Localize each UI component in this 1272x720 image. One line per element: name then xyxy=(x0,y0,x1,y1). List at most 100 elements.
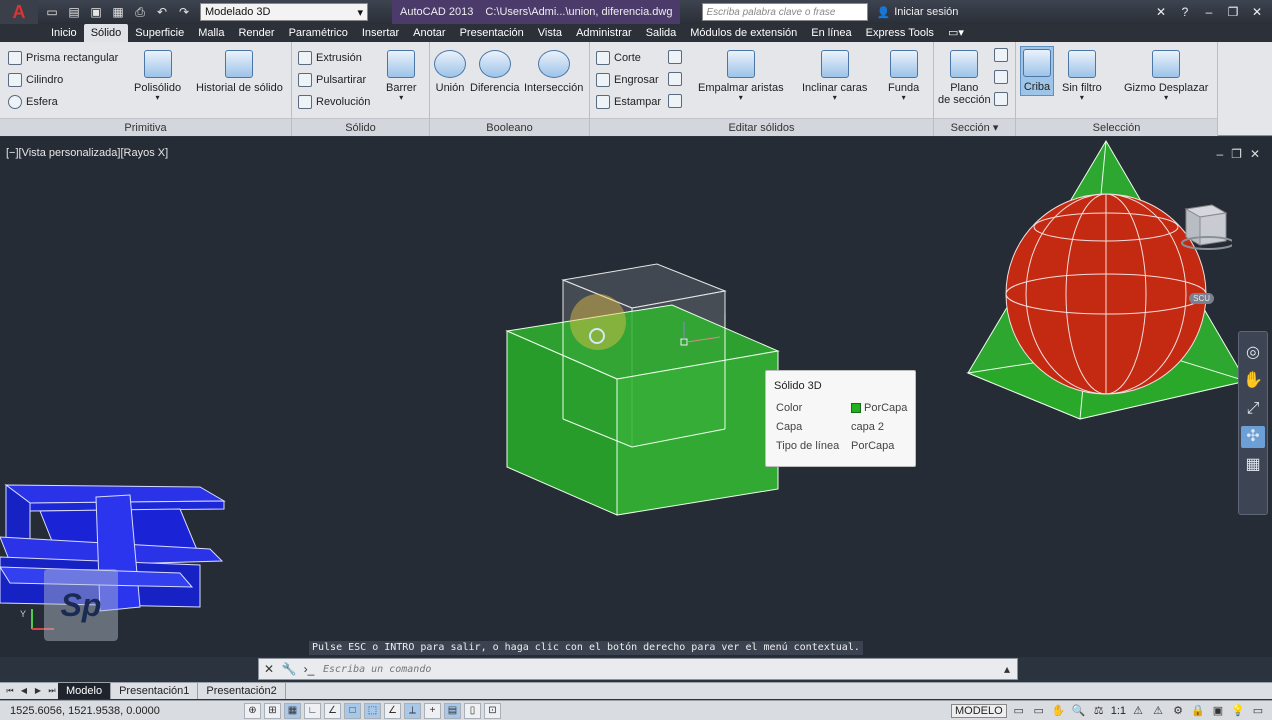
zoom-icon[interactable]: 🔍 xyxy=(1071,704,1087,717)
pan-icon[interactable]: ✋ xyxy=(1051,704,1067,717)
search-input[interactable]: Escriba palabra clave o frase xyxy=(702,3,869,21)
annotation-visibility-icon[interactable]: ⚠ xyxy=(1130,704,1146,717)
osnap-icon[interactable]: □ xyxy=(344,702,361,719)
redo-icon[interactable]: ↷ xyxy=(174,3,194,21)
thicken-button[interactable]: Engrosar xyxy=(596,70,659,90)
snap-icon[interactable]: ⊞ xyxy=(264,702,281,719)
tab-express-tools[interactable]: Express Tools xyxy=(859,24,941,42)
viewcube[interactable] xyxy=(1178,201,1235,251)
tab-insertar[interactable]: Insertar xyxy=(355,24,406,42)
3d-osnap-icon[interactable]: ⬚ xyxy=(364,702,381,719)
box-button[interactable]: Prisma rectangular xyxy=(8,48,118,68)
cylinder-button[interactable]: Cilindro xyxy=(8,70,63,90)
shell-button[interactable]: Funda ▾ xyxy=(888,50,919,102)
tab-sólido[interactable]: Sólido xyxy=(83,24,129,42)
annotation-scale-value[interactable]: 1:1 xyxy=(1111,705,1126,717)
imprint-button[interactable]: Estampar xyxy=(596,92,661,112)
prev-layout-icon[interactable]: ◀ xyxy=(18,686,30,696)
sphere-button[interactable]: Esfera xyxy=(8,92,58,112)
clean-screen-icon[interactable]: ▭ xyxy=(1250,704,1266,717)
live-section-button[interactable] xyxy=(994,48,1008,65)
presspull-button[interactable]: Pulsartirar xyxy=(298,70,366,90)
tab-administrar[interactable]: Administrar xyxy=(569,24,639,42)
layout-tab-presentation2[interactable]: Presentación2 xyxy=(198,683,286,699)
coordinates-readout[interactable]: 1525.6056, 1521.9538, 0.0000 xyxy=(0,705,160,717)
solid-history-button[interactable]: Historial de sólido xyxy=(196,50,283,94)
quick-view-layouts-icon[interactable]: ▭ xyxy=(1011,704,1027,717)
panel-title-seccion[interactable]: Sección ▾ xyxy=(934,118,1015,136)
last-layout-icon[interactable]: ⏭ xyxy=(46,686,58,696)
tab-malla[interactable]: Malla xyxy=(191,24,231,42)
save-as-icon[interactable]: ▦ xyxy=(108,3,128,21)
wcs-badge[interactable]: SCU xyxy=(1189,293,1214,304)
grid-icon[interactable]: ▦ xyxy=(284,702,301,719)
autoscale-icon[interactable]: ⚠ xyxy=(1150,704,1166,717)
taper-faces-button[interactable]: Inclinar caras ▾ xyxy=(802,50,867,102)
generate-section-button[interactable] xyxy=(994,92,1008,109)
tab-presentación[interactable]: Presentación xyxy=(453,24,531,42)
quick-properties-icon[interactable]: ⊡ xyxy=(484,702,501,719)
restore-icon[interactable]: ❐ xyxy=(1224,5,1242,19)
first-layout-icon[interactable]: ⏮ xyxy=(4,686,16,696)
infer-constraints-icon[interactable]: ⊕ xyxy=(244,702,261,719)
undo-icon[interactable]: ↶ xyxy=(152,3,172,21)
lock-icon[interactable]: 🔒 xyxy=(1190,704,1206,717)
model-space-toggle[interactable]: MODELO xyxy=(951,703,1007,718)
chevron-up-icon[interactable]: ▴ xyxy=(997,662,1017,676)
tab-superficie[interactable]: Superficie xyxy=(128,24,191,42)
layout-tab-presentation1[interactable]: Presentación1 xyxy=(111,683,199,699)
dynamic-ucs-icon[interactable]: ⟂ xyxy=(404,702,421,719)
quick-view-drawings-icon[interactable]: ▭ xyxy=(1031,704,1047,717)
tab-vista[interactable]: Vista xyxy=(531,24,569,42)
polysolid-button[interactable]: Polisólido ▾ xyxy=(134,50,181,102)
layout-tab-model[interactable]: Modelo xyxy=(58,683,112,699)
otrack-icon[interactable]: ∠ xyxy=(384,702,401,719)
dynamic-input-icon[interactable]: + xyxy=(424,702,441,719)
lineweight-icon[interactable]: ▤ xyxy=(444,702,461,719)
drawing-viewport[interactable]: [−][Vista personalizada][Rayos X] – ❐ ✕ xyxy=(0,137,1272,657)
extract-edges-button[interactable] xyxy=(668,72,682,89)
signin-button[interactable]: 👤 Iniciar sesión xyxy=(876,6,958,19)
minimize-icon[interactable]: – xyxy=(1200,5,1218,19)
transparency-icon[interactable]: ▯ xyxy=(464,702,481,719)
steering-wheel-icon[interactable]: ◎ xyxy=(1241,342,1265,364)
ribbon-options-icon[interactable]: ▭▾ xyxy=(941,24,971,42)
exchange-icon[interactable]: ✕ xyxy=(1152,5,1170,19)
plot-icon[interactable]: ⎙ xyxy=(130,3,150,21)
close-icon[interactable]: ✕ xyxy=(1248,5,1266,19)
showmotion-icon[interactable]: ▦ xyxy=(1241,454,1265,476)
green-box-solid[interactable] xyxy=(505,294,780,516)
workspace-switch-icon[interactable]: ⚙ xyxy=(1170,704,1186,717)
tab-paramétrico[interactable]: Paramétrico xyxy=(282,24,355,42)
open-icon[interactable]: ▤ xyxy=(64,3,84,21)
application-menu-button[interactable]: A xyxy=(0,0,38,24)
command-input[interactable] xyxy=(319,663,997,675)
xray-culling-button[interactable]: Criba xyxy=(1020,46,1054,96)
isolate-objects-icon[interactable]: 💡 xyxy=(1230,704,1246,717)
section-plane-button[interactable]: Plano de sección xyxy=(938,50,991,106)
no-filter-button[interactable]: Sin filtro ▾ xyxy=(1062,50,1102,102)
orbit-icon[interactable]: ✣ xyxy=(1241,426,1265,448)
move-gizmo-button[interactable]: Gizmo Desplazar ▾ xyxy=(1124,50,1208,102)
command-prompt-icon[interactable]: ›_ xyxy=(299,662,319,676)
workspace-select[interactable]: Modelado 3D ▾ xyxy=(200,3,368,21)
close-icon[interactable]: ✕ xyxy=(259,662,279,676)
union-button[interactable]: Unión xyxy=(434,50,466,94)
tab-anotar[interactable]: Anotar xyxy=(406,24,452,42)
new-icon[interactable]: ▭ xyxy=(42,3,62,21)
add-jog-button[interactable] xyxy=(994,70,1008,87)
ortho-icon[interactable]: ∟ xyxy=(304,702,321,719)
pan-icon[interactable]: ✋ xyxy=(1241,370,1265,392)
tab-en-línea[interactable]: En línea xyxy=(804,24,858,42)
sweep-button[interactable]: Barrer ▾ xyxy=(386,50,417,102)
offset-edge-button[interactable] xyxy=(668,94,682,111)
tab-módulos-de-extensión[interactable]: Módulos de extensión xyxy=(683,24,804,42)
subtract-button[interactable]: Diferencia xyxy=(470,50,520,94)
intersect-button[interactable]: Intersección xyxy=(524,50,583,94)
tab-inicio[interactable]: Inicio xyxy=(44,24,84,42)
next-layout-icon[interactable]: ▶ xyxy=(32,686,44,696)
revolve-button[interactable]: Revolución xyxy=(298,92,370,112)
zoom-icon[interactable]: ⤢ xyxy=(1241,398,1265,420)
tab-salida[interactable]: Salida xyxy=(639,24,684,42)
extrude-button[interactable]: Extrusión xyxy=(298,48,362,68)
